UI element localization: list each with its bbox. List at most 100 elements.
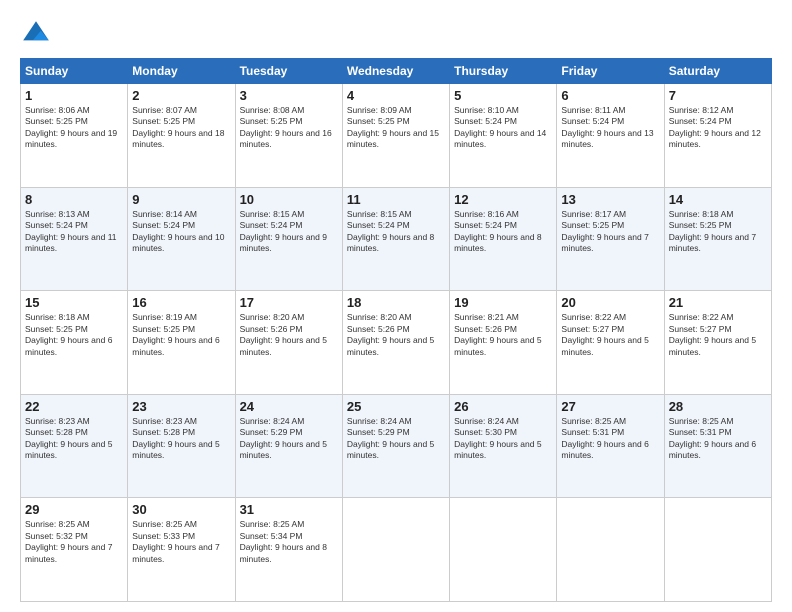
calendar-header: SundayMondayTuesdayWednesdayThursdayFrid… bbox=[21, 59, 772, 84]
weekday-header-wednesday: Wednesday bbox=[342, 59, 449, 84]
calendar-cell: 3 Sunrise: 8:08 AMSunset: 5:25 PMDayligh… bbox=[235, 84, 342, 188]
calendar-cell: 1 Sunrise: 8:06 AMSunset: 5:25 PMDayligh… bbox=[21, 84, 128, 188]
day-number: 21 bbox=[669, 295, 767, 310]
day-info: Sunrise: 8:20 AMSunset: 5:26 PMDaylight:… bbox=[347, 312, 445, 358]
day-number: 14 bbox=[669, 192, 767, 207]
calendar-cell: 25 Sunrise: 8:24 AMSunset: 5:29 PMDaylig… bbox=[342, 394, 449, 498]
calendar-cell: 26 Sunrise: 8:24 AMSunset: 5:30 PMDaylig… bbox=[450, 394, 557, 498]
day-info: Sunrise: 8:07 AMSunset: 5:25 PMDaylight:… bbox=[132, 105, 230, 151]
header bbox=[20, 18, 772, 50]
week-row-5: 29 Sunrise: 8:25 AMSunset: 5:32 PMDaylig… bbox=[21, 498, 772, 602]
calendar-cell: 9 Sunrise: 8:14 AMSunset: 5:24 PMDayligh… bbox=[128, 187, 235, 291]
day-number: 25 bbox=[347, 399, 445, 414]
day-info: Sunrise: 8:10 AMSunset: 5:24 PMDaylight:… bbox=[454, 105, 552, 151]
calendar-cell: 10 Sunrise: 8:15 AMSunset: 5:24 PMDaylig… bbox=[235, 187, 342, 291]
day-number: 13 bbox=[561, 192, 659, 207]
week-row-4: 22 Sunrise: 8:23 AMSunset: 5:28 PMDaylig… bbox=[21, 394, 772, 498]
day-info: Sunrise: 8:08 AMSunset: 5:25 PMDaylight:… bbox=[240, 105, 338, 151]
calendar-cell: 28 Sunrise: 8:25 AMSunset: 5:31 PMDaylig… bbox=[664, 394, 771, 498]
calendar-body: 1 Sunrise: 8:06 AMSunset: 5:25 PMDayligh… bbox=[21, 84, 772, 602]
calendar-cell: 29 Sunrise: 8:25 AMSunset: 5:32 PMDaylig… bbox=[21, 498, 128, 602]
day-info: Sunrise: 8:19 AMSunset: 5:25 PMDaylight:… bbox=[132, 312, 230, 358]
calendar-cell bbox=[664, 498, 771, 602]
calendar-cell: 30 Sunrise: 8:25 AMSunset: 5:33 PMDaylig… bbox=[128, 498, 235, 602]
calendar-cell: 18 Sunrise: 8:20 AMSunset: 5:26 PMDaylig… bbox=[342, 291, 449, 395]
day-number: 15 bbox=[25, 295, 123, 310]
day-number: 27 bbox=[561, 399, 659, 414]
week-row-3: 15 Sunrise: 8:18 AMSunset: 5:25 PMDaylig… bbox=[21, 291, 772, 395]
day-number: 23 bbox=[132, 399, 230, 414]
calendar-cell: 7 Sunrise: 8:12 AMSunset: 5:24 PMDayligh… bbox=[664, 84, 771, 188]
day-number: 12 bbox=[454, 192, 552, 207]
day-number: 7 bbox=[669, 88, 767, 103]
calendar-cell: 2 Sunrise: 8:07 AMSunset: 5:25 PMDayligh… bbox=[128, 84, 235, 188]
day-info: Sunrise: 8:24 AMSunset: 5:29 PMDaylight:… bbox=[240, 416, 338, 462]
day-info: Sunrise: 8:22 AMSunset: 5:27 PMDaylight:… bbox=[669, 312, 767, 358]
day-number: 30 bbox=[132, 502, 230, 517]
day-info: Sunrise: 8:06 AMSunset: 5:25 PMDaylight:… bbox=[25, 105, 123, 151]
calendar-cell: 17 Sunrise: 8:20 AMSunset: 5:26 PMDaylig… bbox=[235, 291, 342, 395]
weekday-row: SundayMondayTuesdayWednesdayThursdayFrid… bbox=[21, 59, 772, 84]
day-info: Sunrise: 8:23 AMSunset: 5:28 PMDaylight:… bbox=[25, 416, 123, 462]
day-info: Sunrise: 8:14 AMSunset: 5:24 PMDaylight:… bbox=[132, 209, 230, 255]
calendar-cell bbox=[342, 498, 449, 602]
day-info: Sunrise: 8:23 AMSunset: 5:28 PMDaylight:… bbox=[132, 416, 230, 462]
calendar-cell: 31 Sunrise: 8:25 AMSunset: 5:34 PMDaylig… bbox=[235, 498, 342, 602]
day-info: Sunrise: 8:21 AMSunset: 5:26 PMDaylight:… bbox=[454, 312, 552, 358]
logo bbox=[20, 18, 58, 50]
day-number: 4 bbox=[347, 88, 445, 103]
day-info: Sunrise: 8:25 AMSunset: 5:31 PMDaylight:… bbox=[669, 416, 767, 462]
day-info: Sunrise: 8:09 AMSunset: 5:25 PMDaylight:… bbox=[347, 105, 445, 151]
day-info: Sunrise: 8:11 AMSunset: 5:24 PMDaylight:… bbox=[561, 105, 659, 151]
weekday-header-thursday: Thursday bbox=[450, 59, 557, 84]
day-number: 22 bbox=[25, 399, 123, 414]
day-number: 19 bbox=[454, 295, 552, 310]
day-number: 16 bbox=[132, 295, 230, 310]
calendar-cell bbox=[450, 498, 557, 602]
day-info: Sunrise: 8:25 AMSunset: 5:31 PMDaylight:… bbox=[561, 416, 659, 462]
calendar-cell: 4 Sunrise: 8:09 AMSunset: 5:25 PMDayligh… bbox=[342, 84, 449, 188]
day-info: Sunrise: 8:16 AMSunset: 5:24 PMDaylight:… bbox=[454, 209, 552, 255]
day-number: 5 bbox=[454, 88, 552, 103]
calendar-cell: 24 Sunrise: 8:24 AMSunset: 5:29 PMDaylig… bbox=[235, 394, 342, 498]
day-info: Sunrise: 8:22 AMSunset: 5:27 PMDaylight:… bbox=[561, 312, 659, 358]
day-number: 10 bbox=[240, 192, 338, 207]
day-info: Sunrise: 8:18 AMSunset: 5:25 PMDaylight:… bbox=[669, 209, 767, 255]
day-number: 18 bbox=[347, 295, 445, 310]
day-info: Sunrise: 8:17 AMSunset: 5:25 PMDaylight:… bbox=[561, 209, 659, 255]
weekday-header-friday: Friday bbox=[557, 59, 664, 84]
day-number: 28 bbox=[669, 399, 767, 414]
day-info: Sunrise: 8:25 AMSunset: 5:33 PMDaylight:… bbox=[132, 519, 230, 565]
calendar-cell: 21 Sunrise: 8:22 AMSunset: 5:27 PMDaylig… bbox=[664, 291, 771, 395]
calendar-table: SundayMondayTuesdayWednesdayThursdayFrid… bbox=[20, 58, 772, 602]
calendar-cell: 8 Sunrise: 8:13 AMSunset: 5:24 PMDayligh… bbox=[21, 187, 128, 291]
day-number: 8 bbox=[25, 192, 123, 207]
calendar-cell: 22 Sunrise: 8:23 AMSunset: 5:28 PMDaylig… bbox=[21, 394, 128, 498]
day-info: Sunrise: 8:13 AMSunset: 5:24 PMDaylight:… bbox=[25, 209, 123, 255]
calendar-cell: 11 Sunrise: 8:15 AMSunset: 5:24 PMDaylig… bbox=[342, 187, 449, 291]
day-number: 11 bbox=[347, 192, 445, 207]
page: SundayMondayTuesdayWednesdayThursdayFrid… bbox=[0, 0, 792, 612]
day-number: 17 bbox=[240, 295, 338, 310]
calendar-cell: 6 Sunrise: 8:11 AMSunset: 5:24 PMDayligh… bbox=[557, 84, 664, 188]
calendar-cell: 20 Sunrise: 8:22 AMSunset: 5:27 PMDaylig… bbox=[557, 291, 664, 395]
day-number: 3 bbox=[240, 88, 338, 103]
calendar-cell: 19 Sunrise: 8:21 AMSunset: 5:26 PMDaylig… bbox=[450, 291, 557, 395]
weekday-header-tuesday: Tuesday bbox=[235, 59, 342, 84]
calendar-cell: 27 Sunrise: 8:25 AMSunset: 5:31 PMDaylig… bbox=[557, 394, 664, 498]
logo-icon bbox=[20, 18, 52, 50]
day-info: Sunrise: 8:18 AMSunset: 5:25 PMDaylight:… bbox=[25, 312, 123, 358]
day-number: 20 bbox=[561, 295, 659, 310]
week-row-1: 1 Sunrise: 8:06 AMSunset: 5:25 PMDayligh… bbox=[21, 84, 772, 188]
weekday-header-sunday: Sunday bbox=[21, 59, 128, 84]
day-number: 29 bbox=[25, 502, 123, 517]
day-info: Sunrise: 8:24 AMSunset: 5:29 PMDaylight:… bbox=[347, 416, 445, 462]
weekday-header-saturday: Saturday bbox=[664, 59, 771, 84]
calendar-cell: 13 Sunrise: 8:17 AMSunset: 5:25 PMDaylig… bbox=[557, 187, 664, 291]
day-number: 6 bbox=[561, 88, 659, 103]
day-number: 1 bbox=[25, 88, 123, 103]
day-number: 2 bbox=[132, 88, 230, 103]
day-number: 26 bbox=[454, 399, 552, 414]
week-row-2: 8 Sunrise: 8:13 AMSunset: 5:24 PMDayligh… bbox=[21, 187, 772, 291]
calendar-cell: 14 Sunrise: 8:18 AMSunset: 5:25 PMDaylig… bbox=[664, 187, 771, 291]
